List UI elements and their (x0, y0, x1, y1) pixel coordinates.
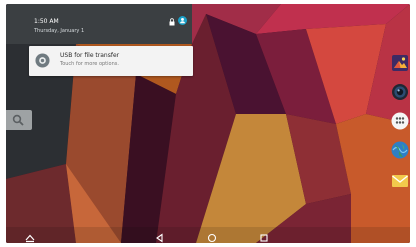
search-icon (12, 114, 24, 126)
clock-time: 1:50 AM (34, 18, 59, 25)
notification-title: USB for file transfer (60, 52, 120, 59)
home-icon[interactable] (207, 233, 217, 243)
camera-icon[interactable] (391, 83, 409, 101)
recents-icon[interactable] (259, 233, 269, 243)
browser-icon[interactable] (391, 141, 409, 159)
usb-notification[interactable]: USB for file transfer Touch for more opt… (29, 46, 193, 76)
all-apps-icon[interactable] (391, 112, 409, 130)
user-icon[interactable] (178, 16, 187, 25)
email-icon[interactable] (391, 172, 409, 190)
nav-up-icon[interactable] (25, 233, 35, 243)
back-icon[interactable] (155, 233, 165, 243)
gallery-icon[interactable] (391, 54, 409, 72)
search-tab[interactable] (6, 110, 32, 130)
usb-icon (35, 53, 50, 68)
clock-date[interactable]: Thursday, January 1 (34, 29, 84, 34)
notification-shade: 1:50 AM Thursday, January 1 (6, 4, 192, 44)
notification-subtitle: Touch for more options. (60, 61, 119, 67)
device-screen: 1:50 AM Thursday, January 1 USB for file… (6, 4, 410, 243)
lock-icon[interactable] (169, 18, 175, 26)
